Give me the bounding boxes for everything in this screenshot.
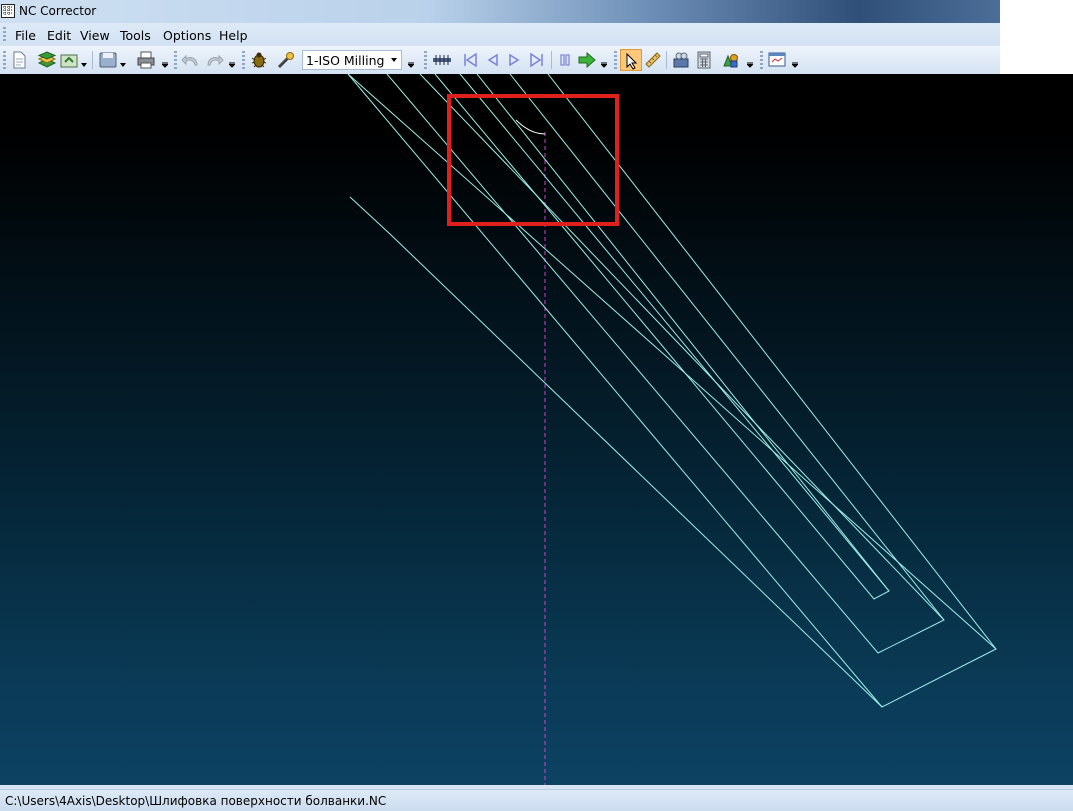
toolbar-grip[interactable]: [760, 51, 763, 69]
status-file-path: C:\Users\4Axis\Desktop\Шлифовка поверхно…: [5, 794, 387, 808]
highlight-box: [447, 94, 619, 226]
measure-ruler-icon[interactable]: [643, 50, 663, 70]
run-arrow-icon[interactable]: [577, 50, 597, 70]
menu-bar: File Edit View Tools Options Help: [0, 23, 1000, 46]
tool-library-icon[interactable]: [671, 50, 691, 70]
save-dropdown-arrow-icon[interactable]: [120, 62, 126, 68]
prev-step-icon[interactable]: [483, 50, 503, 70]
open-dropdown-arrow-icon[interactable]: [81, 62, 87, 68]
toolpath-outer: [347, 74, 997, 708]
layers-icon[interactable]: [37, 50, 57, 70]
pause-icon[interactable]: [555, 50, 575, 70]
title-bar-cutoff: [1000, 0, 1073, 23]
toolbar-overflow-icon[interactable]: [601, 62, 607, 68]
status-bar: C:\Users\4Axis\Desktop\Шлифовка поверхно…: [0, 789, 1073, 811]
toolbar-separator: [92, 51, 93, 69]
toolbar-grip[interactable]: [614, 51, 617, 69]
save-icon[interactable]: [98, 50, 118, 70]
title-bar: NC Corrector: [0, 0, 1073, 23]
wand-icon[interactable]: [276, 50, 296, 70]
first-step-icon[interactable]: [460, 50, 480, 70]
toolbar-overflow-icon[interactable]: [792, 62, 798, 68]
toolbar-separator: [551, 51, 552, 69]
select-cursor-button[interactable]: [620, 49, 642, 71]
app-window: NC Corrector File Edit View Tools Option…: [0, 0, 1073, 811]
toolbar-overflow-icon[interactable]: [162, 62, 168, 68]
menu-view[interactable]: View: [80, 28, 110, 43]
open-folder-icon[interactable]: [59, 50, 79, 70]
toolbar-grip[interactable]: [424, 51, 427, 69]
app-icon: [1, 4, 15, 18]
toolbar-overflow-icon[interactable]: [408, 62, 414, 68]
toolbar-grip[interactable]: [3, 51, 6, 69]
mode-select-value: 1-ISO Milling: [306, 53, 385, 68]
chevron-down-icon: [391, 58, 397, 62]
undo-icon[interactable]: [181, 50, 201, 70]
select-cursor-icon: [626, 52, 638, 70]
toolbar-overflow-icon[interactable]: [747, 62, 753, 68]
toolpath-canvas: [347, 74, 997, 785]
new-file-icon[interactable]: [9, 50, 29, 70]
menu-options[interactable]: Options: [163, 28, 211, 43]
toolbar-separator: [666, 51, 667, 69]
toolpath-path-line: [476, 74, 890, 592]
bug-icon[interactable]: [249, 50, 269, 70]
mode-select[interactable]: 1-ISO Milling: [302, 50, 402, 70]
menu-grip[interactable]: [3, 27, 6, 42]
calculator-icon[interactable]: [694, 50, 714, 70]
next-step-icon[interactable]: [504, 50, 524, 70]
menu-file[interactable]: File: [15, 28, 36, 43]
redo-icon[interactable]: [204, 50, 224, 70]
screen-settings-icon[interactable]: [767, 50, 787, 70]
menu-help[interactable]: Help: [219, 28, 248, 43]
ruler-bar-icon[interactable]: [432, 50, 452, 70]
toolpath-path-line: [509, 74, 945, 621]
last-step-icon[interactable]: [527, 50, 547, 70]
toolpath-viewport[interactable]: [0, 74, 1000, 785]
print-icon[interactable]: [136, 50, 156, 70]
menu-tools[interactable]: Tools: [120, 28, 151, 43]
main-toolbar: [0, 46, 1000, 74]
toolpath-inner: [434, 74, 890, 600]
menu-edit[interactable]: Edit: [47, 28, 71, 43]
toolbar-grip[interactable]: [174, 51, 177, 69]
toolbar-overflow-icon[interactable]: [229, 62, 235, 68]
window-title: NC Corrector: [19, 4, 97, 18]
toolbar-grip[interactable]: [242, 51, 245, 69]
toolpath-middle: [386, 74, 945, 654]
shapes-icon[interactable]: [721, 50, 741, 70]
